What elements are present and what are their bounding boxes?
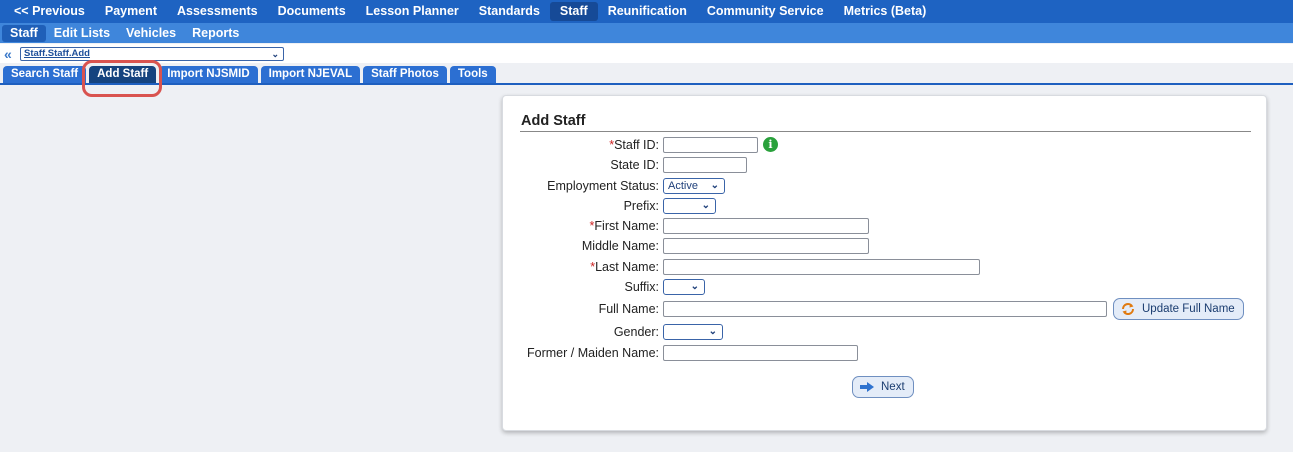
suffix-select[interactable]: ⌄ xyxy=(663,279,705,295)
update-full-name-button[interactable]: Update Full Name xyxy=(1113,298,1244,320)
nav-reunification[interactable]: Reunification xyxy=(598,2,697,21)
arrow-right-icon xyxy=(859,381,875,393)
subnav-staff[interactable]: Staff xyxy=(2,24,46,42)
tab-staff-photos[interactable]: Staff Photos xyxy=(363,66,447,83)
next-label: Next xyxy=(881,381,905,393)
nav-standards[interactable]: Standards xyxy=(469,2,550,21)
page-path-select[interactable]: Staff.Staff.Add ⌄ xyxy=(20,46,284,61)
nav-assessments[interactable]: Assessments xyxy=(167,2,268,21)
tab-bar: Search Staff Add Staff Import NJSMID Imp… xyxy=(0,66,1293,85)
top-nav: << Previous Payment Assessments Document… xyxy=(0,0,1293,23)
row-suffix: Suffix: ⌄ xyxy=(503,279,1268,296)
suffix-label: Suffix: xyxy=(624,280,659,294)
panel-title: Add Staff xyxy=(521,113,586,129)
tab-tools[interactable]: Tools xyxy=(449,66,496,83)
row-first-name: *First Name: xyxy=(503,218,1268,235)
employment-status-label: Employment Status: xyxy=(547,179,659,193)
prefix-select[interactable]: ⌄ xyxy=(663,198,716,214)
subnav-reports[interactable]: Reports xyxy=(184,25,247,42)
first-name-input[interactable] xyxy=(663,218,869,234)
chevron-down-icon: ⌄ xyxy=(690,281,699,292)
former-name-input[interactable] xyxy=(663,345,858,361)
tab-import-njsmid[interactable]: Import NJSMID xyxy=(159,66,258,83)
nav-staff[interactable]: Staff xyxy=(549,2,598,21)
last-name-input[interactable] xyxy=(663,259,980,275)
row-former-name: Former / Maiden Name: xyxy=(503,345,1268,362)
title-divider xyxy=(520,131,1251,132)
nav-previous[interactable]: << Previous xyxy=(4,2,95,21)
page-path-value: Staff.Staff.Add xyxy=(24,47,90,59)
staff-id-input[interactable] xyxy=(663,137,758,153)
staff-id-label: *Staff ID: xyxy=(609,138,659,152)
gender-select[interactable]: ⌄ xyxy=(663,324,723,340)
nav-community-service[interactable]: Community Service xyxy=(697,2,834,21)
chevron-down-icon: ⌄ xyxy=(271,48,279,59)
prefix-label: Prefix: xyxy=(623,199,659,213)
row-prefix: Prefix: ⌄ xyxy=(503,198,1268,215)
middle-name-input[interactable] xyxy=(663,238,869,254)
sub-nav: Staff Edit Lists Vehicles Reports xyxy=(0,23,1293,43)
row-staff-id: *Staff ID: i xyxy=(503,137,1268,154)
last-name-label: *Last Name: xyxy=(590,260,659,274)
row-employment-status: Employment Status: Active ⌄ xyxy=(503,178,1268,195)
chevron-down-icon: ⌄ xyxy=(710,180,719,191)
chevron-down-icon: ⌄ xyxy=(708,326,717,337)
full-name-input[interactable] xyxy=(663,301,1107,317)
gender-label: Gender: xyxy=(613,325,659,339)
next-button[interactable]: Next xyxy=(852,376,914,398)
update-full-name-label: Update Full Name xyxy=(1142,303,1235,315)
middle-name-label: Middle Name: xyxy=(581,239,659,253)
highlight-ring xyxy=(82,60,162,97)
nav-documents[interactable]: Documents xyxy=(268,2,356,21)
info-icon[interactable]: i xyxy=(763,137,778,152)
first-name-label: *First Name: xyxy=(589,219,659,233)
double-chevron-left-icon[interactable]: « xyxy=(4,47,18,61)
tab-search-staff[interactable]: Search Staff xyxy=(3,66,87,83)
nav-lesson-planner[interactable]: Lesson Planner xyxy=(356,2,469,21)
tab-import-njeval[interactable]: Import NJEVAL xyxy=(260,66,361,83)
employment-status-select[interactable]: Active ⌄ xyxy=(663,178,725,194)
full-name-label: Full Name: xyxy=(598,302,659,316)
employment-status-value: Active xyxy=(668,180,698,192)
state-id-label: State ID: xyxy=(610,158,659,172)
nav-payment[interactable]: Payment xyxy=(95,2,167,21)
subnav-edit-lists[interactable]: Edit Lists xyxy=(46,25,118,42)
former-name-label: Former / Maiden Name: xyxy=(527,346,659,360)
row-middle-name: Middle Name: xyxy=(503,238,1268,255)
subnav-vehicles[interactable]: Vehicles xyxy=(118,25,184,42)
row-state-id: State ID: xyxy=(503,157,1268,174)
row-last-name: *Last Name: xyxy=(503,259,1268,276)
add-staff-panel: Add Staff *Staff ID: i State ID: Employm… xyxy=(502,95,1267,431)
row-gender: Gender: ⌄ xyxy=(503,324,1268,341)
nav-metrics[interactable]: Metrics (Beta) xyxy=(834,2,937,21)
refresh-icon xyxy=(1120,302,1136,316)
chevron-down-icon: ⌄ xyxy=(701,200,710,211)
path-bar: « Staff.Staff.Add ⌄ xyxy=(0,44,1293,63)
state-id-input[interactable] xyxy=(663,157,747,173)
